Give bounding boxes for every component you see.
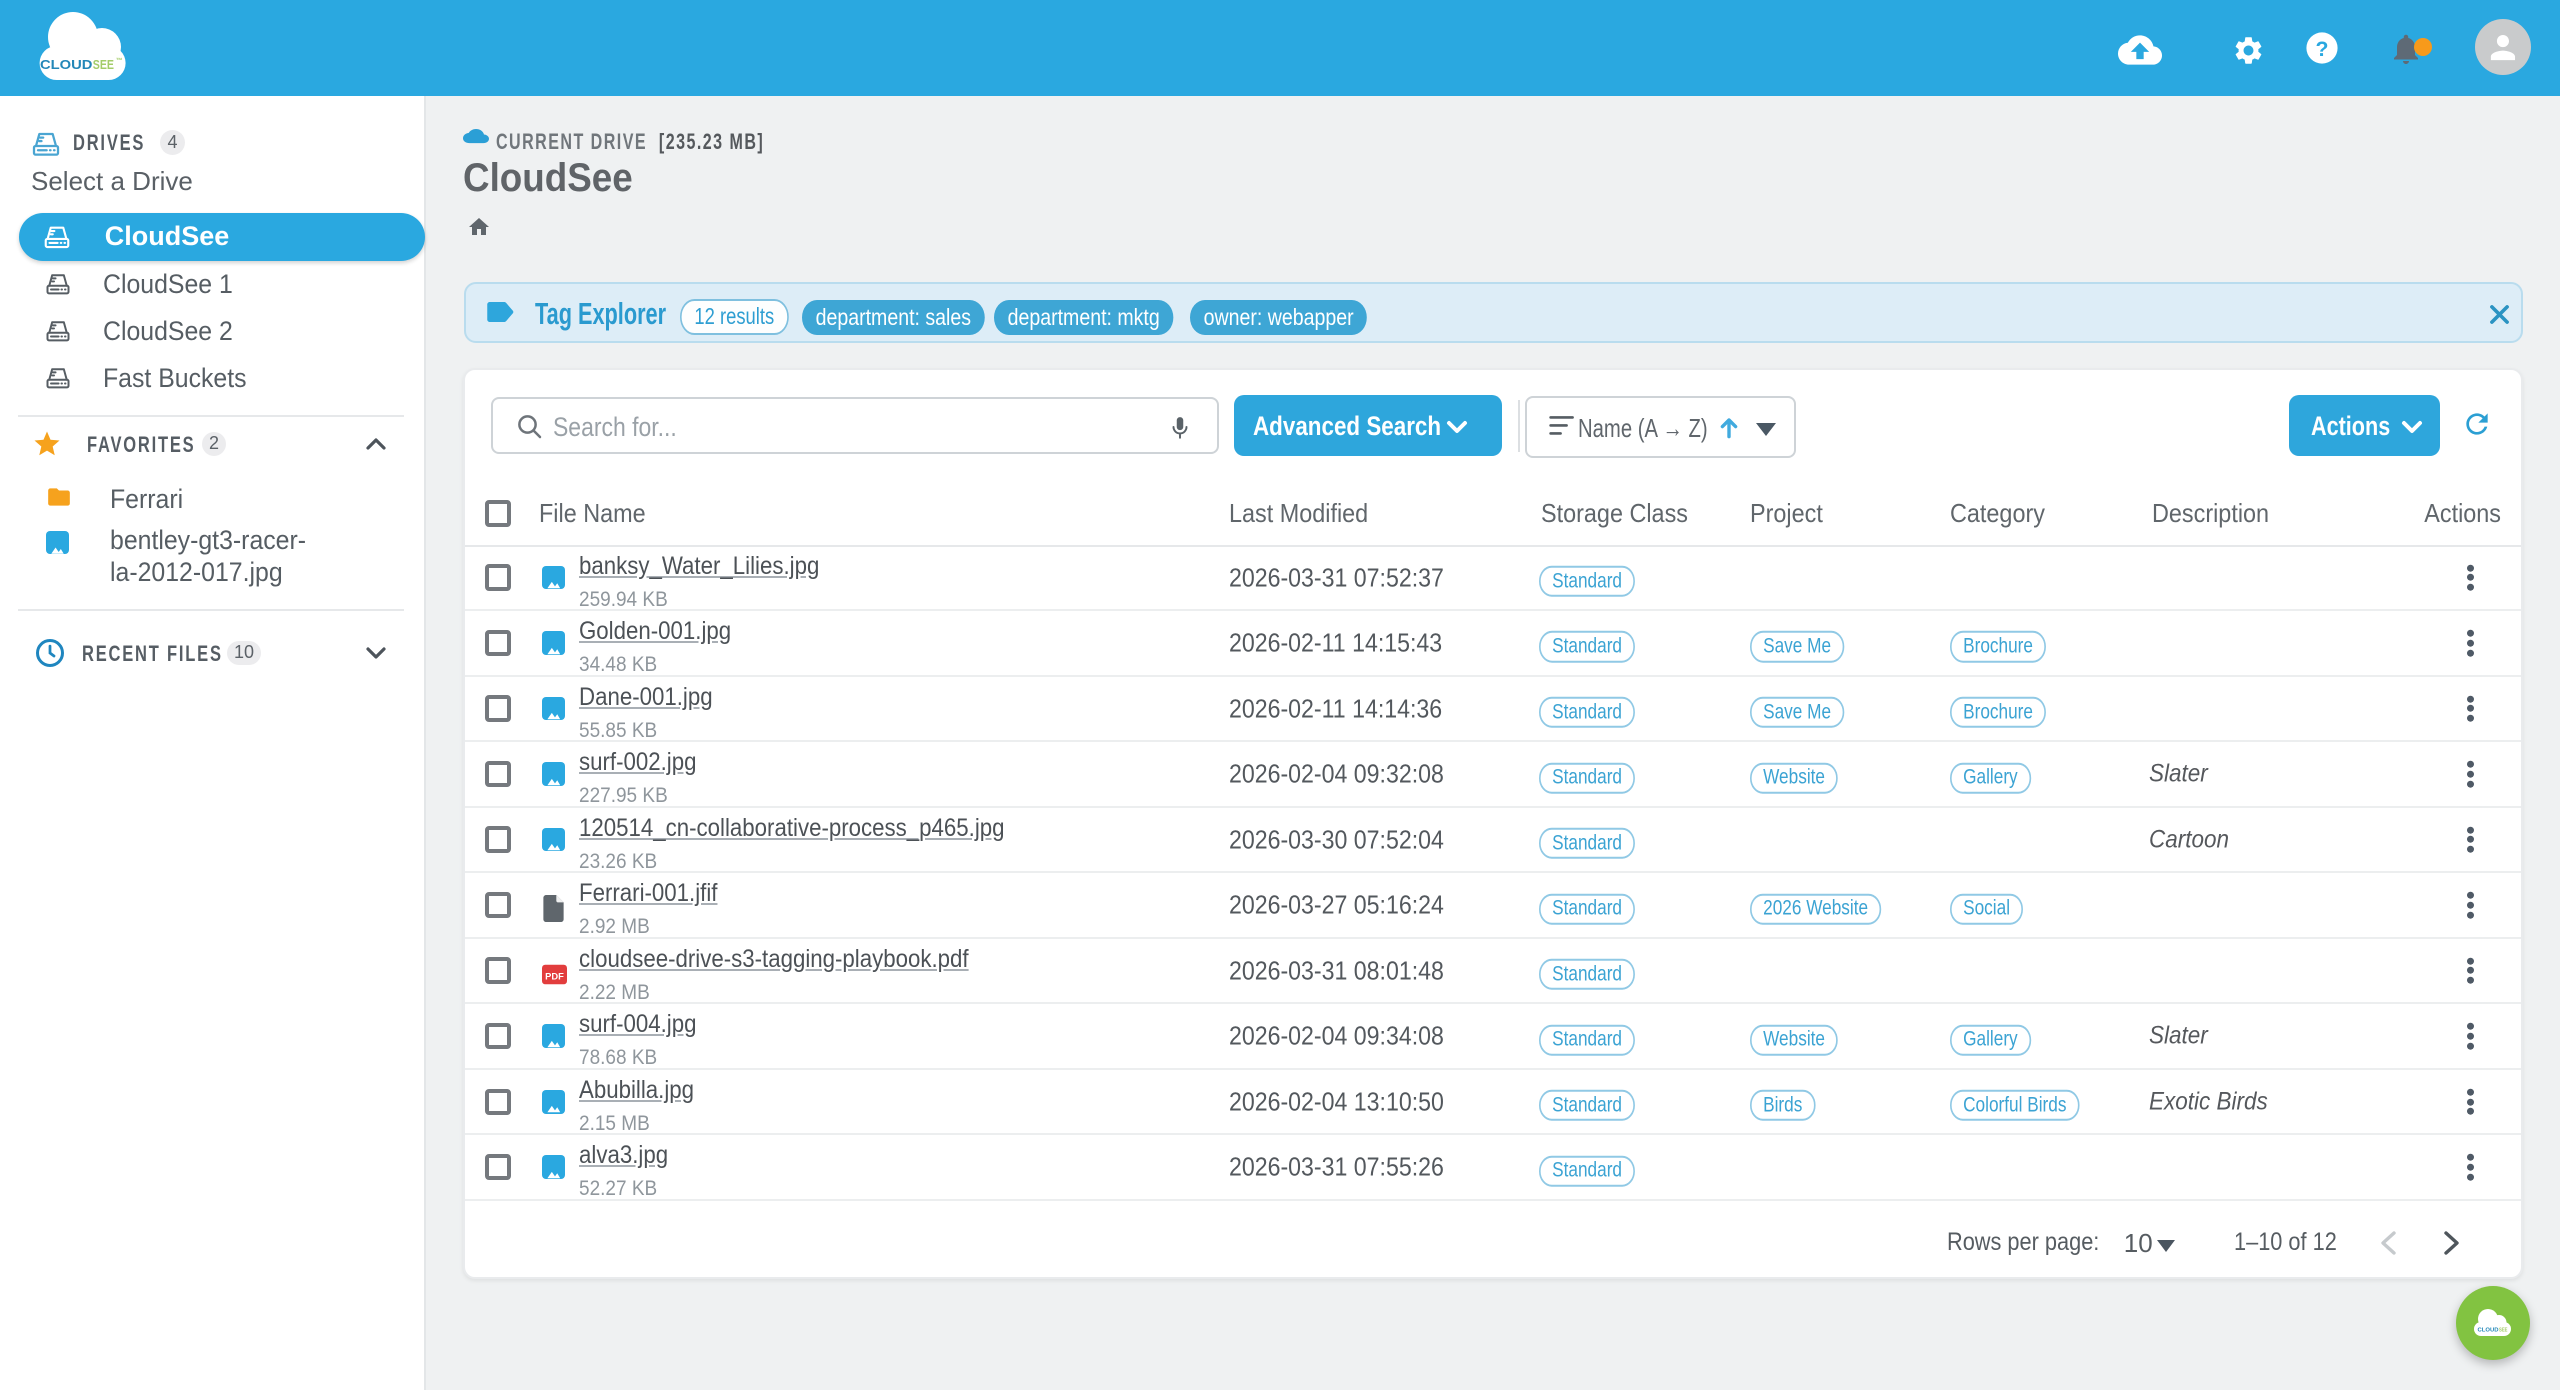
svg-text:™: ™ <box>116 57 123 64</box>
svg-text:?: ? <box>2316 37 2329 61</box>
svg-text:SEE: SEE <box>93 57 114 72</box>
svg-text:CLOUD: CLOUD <box>2478 1328 2499 1334</box>
svg-text:PDF: PDF <box>545 971 564 981</box>
svg-text:SEE: SEE <box>2499 1328 2508 1334</box>
svg-text:CLOUD: CLOUD <box>40 57 92 72</box>
